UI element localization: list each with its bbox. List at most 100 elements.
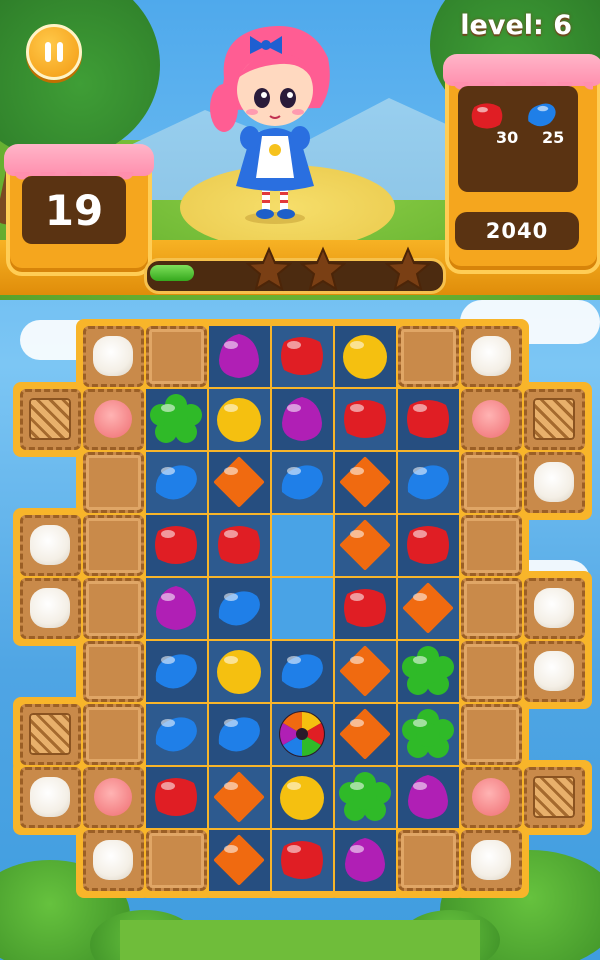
red-candy[interactable] — [276, 834, 328, 886]
blue-candy[interactable] — [150, 708, 202, 760]
biscuit-blocker-tile[interactable] — [83, 641, 144, 702]
pink-blocker-tile[interactable] — [461, 767, 522, 828]
board-cell[interactable] — [335, 452, 396, 513]
cream-blocker-tile[interactable] — [83, 830, 144, 891]
biscuit-blocker-tile[interactable] — [398, 830, 459, 891]
cream-blocker-tile[interactable] — [20, 578, 81, 639]
board-cell[interactable] — [272, 452, 333, 513]
yellow-candy[interactable] — [339, 330, 391, 382]
cream-blocker-tile[interactable] — [20, 515, 81, 576]
red-candy[interactable] — [150, 771, 202, 823]
orange-candy[interactable] — [339, 519, 391, 571]
orange-candy[interactable] — [339, 645, 391, 697]
yellow-candy[interactable] — [213, 393, 265, 445]
blue-candy[interactable] — [213, 708, 265, 760]
red-candy[interactable] — [213, 519, 265, 571]
red-candy[interactable] — [402, 519, 454, 571]
board-cell[interactable] — [335, 389, 396, 450]
pause-button[interactable] — [26, 24, 82, 80]
board-cell[interactable] — [272, 389, 333, 450]
biscuit-blocker-tile[interactable] — [461, 578, 522, 639]
board-cell[interactable] — [335, 578, 396, 639]
board-cell[interactable] — [398, 767, 459, 828]
cream-blocker-tile[interactable] — [524, 578, 585, 639]
blue-candy[interactable] — [150, 645, 202, 697]
board-cell[interactable] — [398, 704, 459, 765]
board-cell[interactable] — [272, 704, 333, 765]
pie-blocker-tile[interactable] — [524, 389, 585, 450]
board-cell[interactable] — [398, 452, 459, 513]
board-cell[interactable] — [335, 830, 396, 891]
orange-candy[interactable] — [213, 771, 265, 823]
biscuit-blocker-tile[interactable] — [83, 578, 144, 639]
pink-blocker-tile[interactable] — [83, 767, 144, 828]
board-cell[interactable] — [209, 452, 270, 513]
board-cell[interactable] — [398, 641, 459, 702]
pie-blocker-tile[interactable] — [20, 704, 81, 765]
board-cell[interactable] — [335, 641, 396, 702]
board-cell[interactable] — [209, 641, 270, 702]
purple-candy[interactable] — [339, 834, 391, 886]
board-cell[interactable] — [335, 767, 396, 828]
purple-candy[interactable] — [150, 582, 202, 634]
board-cell[interactable] — [146, 389, 207, 450]
board-cell[interactable] — [209, 515, 270, 576]
yellow-candy[interactable] — [276, 771, 328, 823]
green-candy[interactable] — [150, 393, 202, 445]
green-candy[interactable] — [402, 708, 454, 760]
biscuit-blocker-tile[interactable] — [398, 326, 459, 387]
biscuit-blocker-tile[interactable] — [146, 326, 207, 387]
board-cell[interactable] — [146, 641, 207, 702]
orange-candy[interactable] — [339, 708, 391, 760]
board-cell[interactable] — [209, 704, 270, 765]
cream-blocker-tile[interactable] — [524, 452, 585, 513]
pink-blocker-tile[interactable] — [461, 389, 522, 450]
biscuit-blocker-tile[interactable] — [461, 515, 522, 576]
cream-blocker-tile[interactable] — [461, 830, 522, 891]
blue-candy[interactable] — [213, 582, 265, 634]
cream-blocker-tile[interactable] — [83, 326, 144, 387]
board-cell[interactable] — [146, 515, 207, 576]
biscuit-blocker-tile[interactable] — [146, 830, 207, 891]
board-cell[interactable] — [146, 452, 207, 513]
orange-candy[interactable] — [213, 456, 265, 508]
purple-candy[interactable] — [213, 330, 265, 382]
board-cell[interactable] — [398, 578, 459, 639]
orange-candy[interactable] — [402, 582, 454, 634]
biscuit-blocker-tile[interactable] — [83, 704, 144, 765]
pie-blocker-tile[interactable] — [524, 767, 585, 828]
board-cell[interactable] — [146, 767, 207, 828]
board-cell[interactable] — [209, 830, 270, 891]
biscuit-blocker-tile[interactable] — [461, 641, 522, 702]
green-candy[interactable] — [339, 771, 391, 823]
board-cell[interactable] — [209, 326, 270, 387]
board-cell[interactable] — [398, 515, 459, 576]
board-cell[interactable] — [272, 326, 333, 387]
purple-candy[interactable] — [402, 771, 454, 823]
blue-candy[interactable] — [150, 456, 202, 508]
red-candy[interactable] — [339, 582, 391, 634]
board-cell[interactable] — [272, 830, 333, 891]
board-cell[interactable] — [335, 515, 396, 576]
biscuit-blocker-tile[interactable] — [83, 452, 144, 513]
board-cell[interactable] — [209, 767, 270, 828]
red-candy[interactable] — [339, 393, 391, 445]
color-bomb-icon[interactable] — [276, 708, 328, 760]
yellow-candy[interactable] — [213, 645, 265, 697]
purple-candy[interactable] — [276, 393, 328, 445]
cream-blocker-tile[interactable] — [20, 767, 81, 828]
orange-candy[interactable] — [339, 456, 391, 508]
pie-blocker-tile[interactable] — [20, 389, 81, 450]
biscuit-blocker-tile[interactable] — [83, 515, 144, 576]
blue-candy[interactable] — [402, 456, 454, 508]
red-candy[interactable] — [402, 393, 454, 445]
board-cell[interactable] — [335, 326, 396, 387]
board-cell[interactable] — [335, 704, 396, 765]
green-candy[interactable] — [402, 645, 454, 697]
blue-candy[interactable] — [276, 456, 328, 508]
blue-candy[interactable] — [276, 645, 328, 697]
board-cell[interactable] — [398, 389, 459, 450]
cream-blocker-tile[interactable] — [461, 326, 522, 387]
red-candy[interactable] — [150, 519, 202, 571]
biscuit-blocker-tile[interactable] — [461, 452, 522, 513]
